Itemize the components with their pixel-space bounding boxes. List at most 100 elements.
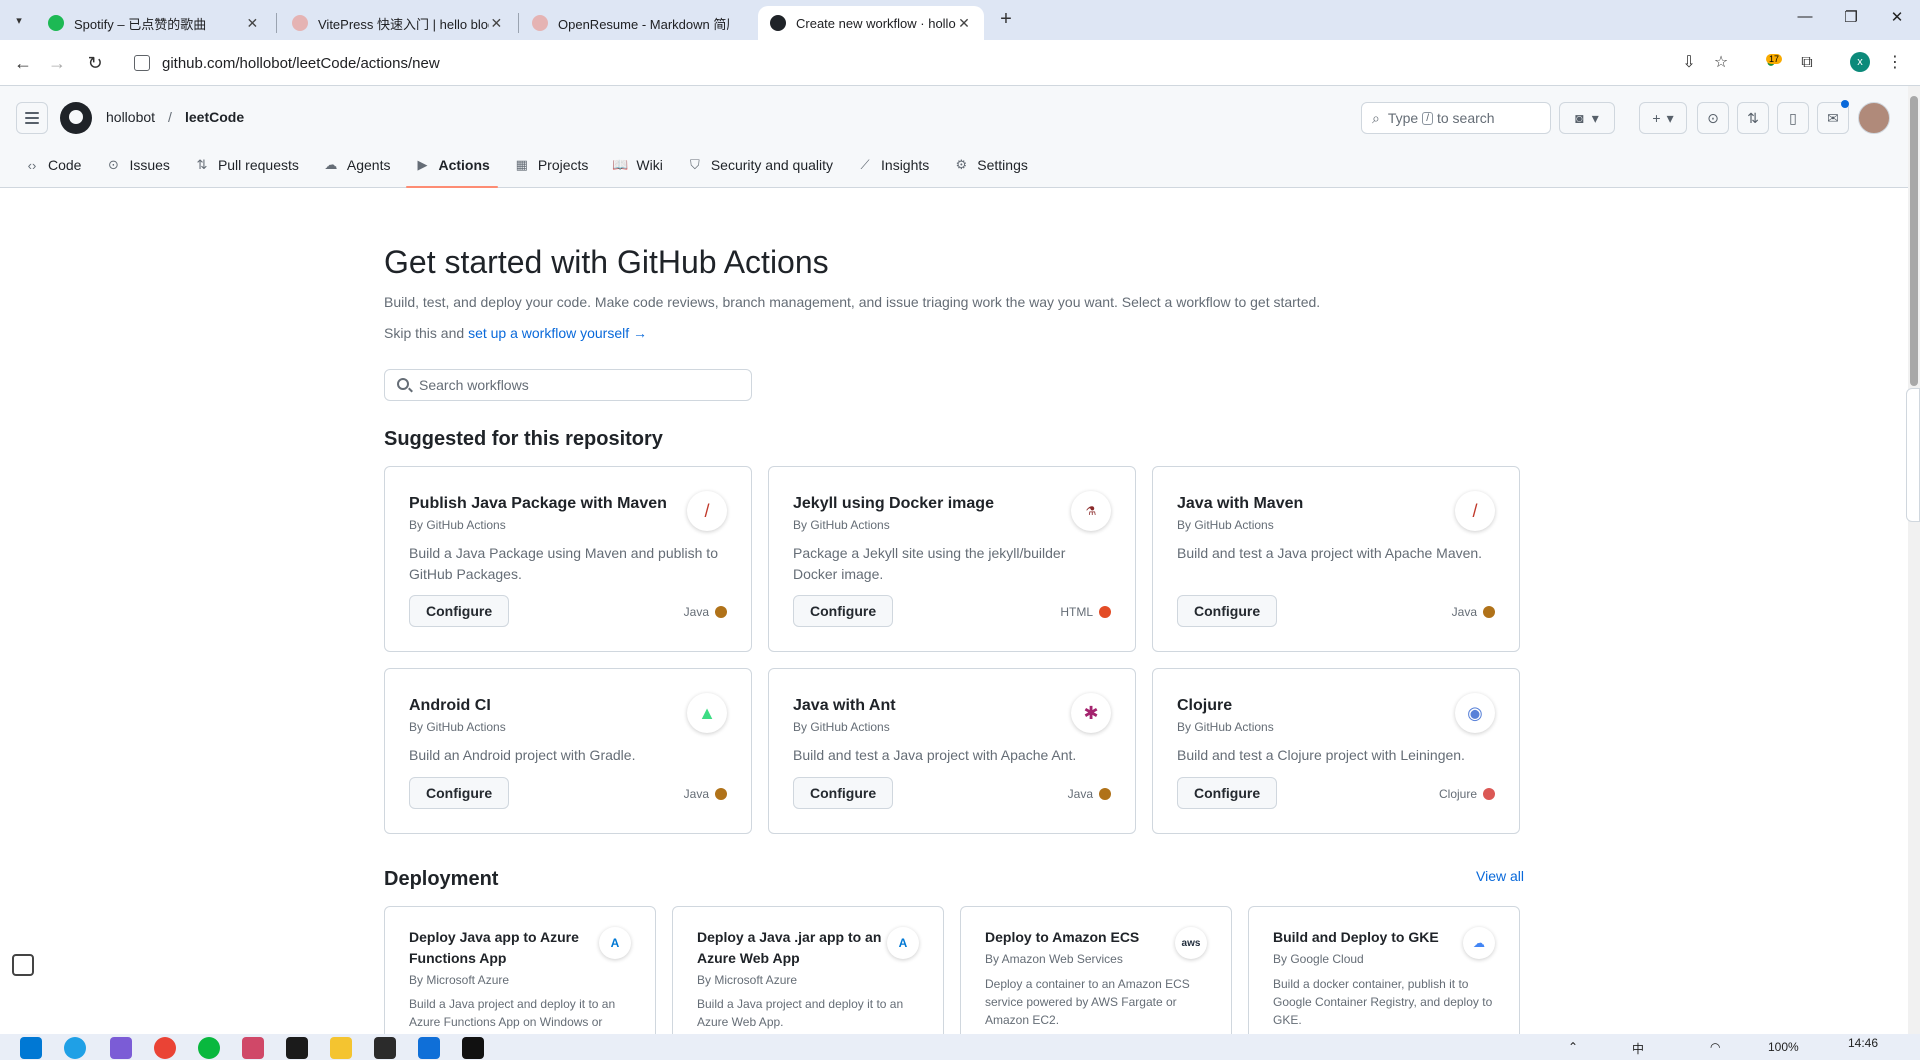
tab-actions[interactable]: ▶ Actions bbox=[406, 142, 499, 188]
google-cloud-icon: ☁ bbox=[1463, 927, 1495, 959]
ime-indicator[interactable]: 中 bbox=[1632, 1040, 1644, 1057]
tab-code[interactable]: ‹› Code bbox=[16, 142, 89, 188]
side-panel-tab[interactable] bbox=[1906, 388, 1920, 522]
blog-favicon-icon bbox=[532, 15, 548, 31]
language-name: Clojure bbox=[1438, 787, 1477, 801]
global-search-input[interactable]: ⌕ Type / to search bbox=[1361, 102, 1551, 134]
configure-button[interactable]: Configure bbox=[793, 777, 894, 809]
copilot-button[interactable]: ◙ ▾ bbox=[1559, 102, 1615, 134]
tab-label: Projects bbox=[537, 157, 589, 173]
app-icon[interactable] bbox=[418, 1037, 440, 1059]
plus-icon: + bbox=[1652, 110, 1661, 126]
close-tab-icon[interactable]: ✕ bbox=[956, 15, 972, 32]
workflow-title: Deploy Java app to Azure Functions App bbox=[409, 929, 579, 966]
tab-pull-requests[interactable]: ⇅ Pull requests bbox=[186, 142, 307, 188]
new-tab-button[interactable]: + bbox=[994, 8, 1018, 32]
user-avatar[interactable] bbox=[1858, 102, 1890, 134]
typora-icon[interactable] bbox=[462, 1037, 484, 1059]
repo-icon: ▯ bbox=[1789, 109, 1797, 126]
setup-workflow-yourself-link[interactable]: set up a workflow yourself → bbox=[468, 325, 647, 341]
chrome-icon[interactable] bbox=[154, 1037, 176, 1059]
workflow-title: Publish Java Package with Maven bbox=[409, 495, 667, 512]
window-close-icon[interactable]: ✕ bbox=[1882, 8, 1912, 26]
workflow-description: Build a docker container, publish it to … bbox=[1273, 977, 1493, 1027]
repositories-button[interactable]: ▯ bbox=[1777, 102, 1809, 134]
breadcrumb-owner[interactable]: hollobot bbox=[106, 109, 155, 125]
tab-security[interactable]: ⛉ Security and quality bbox=[679, 142, 841, 188]
menu-hamburger-button[interactable] bbox=[16, 102, 48, 134]
clock[interactable]: 14:46 bbox=[1848, 1036, 1878, 1050]
configure-button[interactable]: Configure bbox=[409, 777, 510, 809]
workflow-author: By Microsoft Azure bbox=[697, 973, 798, 987]
page-scrollbar[interactable] bbox=[1908, 86, 1920, 1034]
configure-button[interactable]: Configure bbox=[1177, 777, 1278, 809]
configure-button[interactable]: Configure bbox=[1177, 595, 1278, 627]
wifi-icon[interactable]: ◠ bbox=[1710, 1040, 1720, 1054]
forward-arrow-icon[interactable]: → bbox=[44, 50, 70, 76]
browser-menu-icon[interactable]: ⋮ bbox=[1884, 52, 1906, 74]
wechat-icon[interactable] bbox=[198, 1037, 220, 1059]
suggested-heading: Suggested for this repository bbox=[384, 428, 663, 450]
search-suffix: to search bbox=[1436, 110, 1495, 126]
tab-issues[interactable]: ⊙ Issues bbox=[97, 142, 177, 188]
browser-tab-title: Create new workflow · hollobot bbox=[796, 15, 956, 31]
close-tab-icon[interactable]: ✕ bbox=[489, 15, 504, 32]
workflow-description: Build and test a Java project with Apach… bbox=[793, 747, 1077, 763]
scrollbar-thumb[interactable] bbox=[1910, 96, 1918, 386]
play-icon: ▶ bbox=[417, 157, 428, 172]
edge-icon[interactable] bbox=[64, 1037, 86, 1059]
tab-agents[interactable]: ☁ Agents bbox=[315, 142, 399, 188]
browser-tab-strip: ▾ Spotify – 已点赞的歌曲 ✕ VitePress 快速入门 | he… bbox=[0, 0, 1920, 40]
github-logo-icon[interactable] bbox=[60, 102, 92, 134]
folder-icon[interactable] bbox=[330, 1037, 352, 1059]
extension-badge: 17 bbox=[1766, 54, 1783, 64]
terminal-icon[interactable] bbox=[286, 1037, 308, 1059]
install-app-icon[interactable]: ⇩ bbox=[1678, 52, 1700, 74]
breadcrumb-repo[interactable]: leetCode bbox=[185, 109, 244, 125]
create-new-button[interactable]: + ▾ bbox=[1639, 102, 1687, 134]
reload-icon[interactable]: ↻ bbox=[82, 50, 108, 76]
view-all-link[interactable]: View all bbox=[1476, 868, 1524, 884]
tab-insights[interactable]: ⟋ Insights bbox=[849, 142, 937, 188]
configure-button[interactable]: Configure bbox=[409, 595, 510, 627]
feedback-icon[interactable] bbox=[12, 954, 34, 976]
tab-label: Agents bbox=[346, 157, 391, 173]
console-icon[interactable] bbox=[374, 1037, 396, 1059]
github-header: hollobot / leetCode ⌕ Type / to search ◙… bbox=[0, 86, 1908, 188]
address-bar[interactable]: github.com/hollobot/leetCode/actions/new bbox=[124, 46, 1734, 80]
search-workflows-input[interactable]: Search workflows bbox=[384, 369, 752, 401]
back-arrow-icon[interactable]: ← bbox=[10, 50, 36, 76]
workflow-description: Build a Java Package using Maven and pub… bbox=[409, 545, 718, 582]
app-icon[interactable] bbox=[242, 1037, 264, 1059]
language-color-dot bbox=[715, 788, 727, 800]
language-name: Java bbox=[1451, 605, 1477, 619]
tab-wiki[interactable]: 📖 Wiki bbox=[604, 142, 670, 188]
app-icon[interactable] bbox=[110, 1037, 132, 1059]
issues-button[interactable]: ⊙ bbox=[1697, 102, 1729, 134]
table-icon: ▦ bbox=[515, 157, 528, 172]
restore-icon[interactable]: ❐ bbox=[1836, 8, 1866, 26]
issue-icon: ⊙ bbox=[1707, 109, 1719, 126]
browser-tab-github[interactable]: Create new workflow · hollobot ✕ bbox=[758, 6, 984, 40]
tab-settings[interactable]: ⚙ Settings bbox=[945, 142, 1036, 188]
gear-icon: ⚙ bbox=[955, 157, 968, 172]
bookmark-star-icon[interactable]: ☆ bbox=[1710, 52, 1732, 74]
tray-chevron-icon[interactable]: ⌃ bbox=[1568, 1040, 1578, 1054]
site-info-icon[interactable] bbox=[134, 55, 150, 71]
extensions-puzzle-icon[interactable]: ⧉ bbox=[1796, 52, 1818, 74]
windows-start-icon[interactable] bbox=[20, 1037, 42, 1059]
tab-projects[interactable]: ▦ Projects bbox=[506, 142, 597, 188]
tab-search-chevron-icon[interactable]: ▾ bbox=[8, 9, 30, 31]
workflow-description: Build and test a Clojure project with Le… bbox=[1177, 747, 1465, 763]
pull-requests-button[interactable]: ⇅ bbox=[1737, 102, 1769, 134]
battery-level[interactable]: 100% bbox=[1768, 1040, 1799, 1054]
browser-tab-spotify[interactable]: Spotify – 已点赞的歌曲 ✕ bbox=[36, 6, 272, 40]
profile-avatar[interactable]: x bbox=[1850, 52, 1870, 72]
configure-button[interactable]: Configure bbox=[793, 595, 894, 627]
workflow-author: By GitHub Actions bbox=[793, 518, 890, 532]
browser-tab-vitepress[interactable]: VitePress 快速入门 | hello blog ✕ bbox=[280, 6, 516, 40]
android-icon: ▲ bbox=[687, 693, 727, 733]
close-tab-icon[interactable]: ✕ bbox=[245, 15, 260, 32]
browser-tab-openresume[interactable]: OpenResume - Markdown 简历 bbox=[520, 6, 756, 40]
minimize-icon[interactable]: — bbox=[1790, 8, 1820, 25]
